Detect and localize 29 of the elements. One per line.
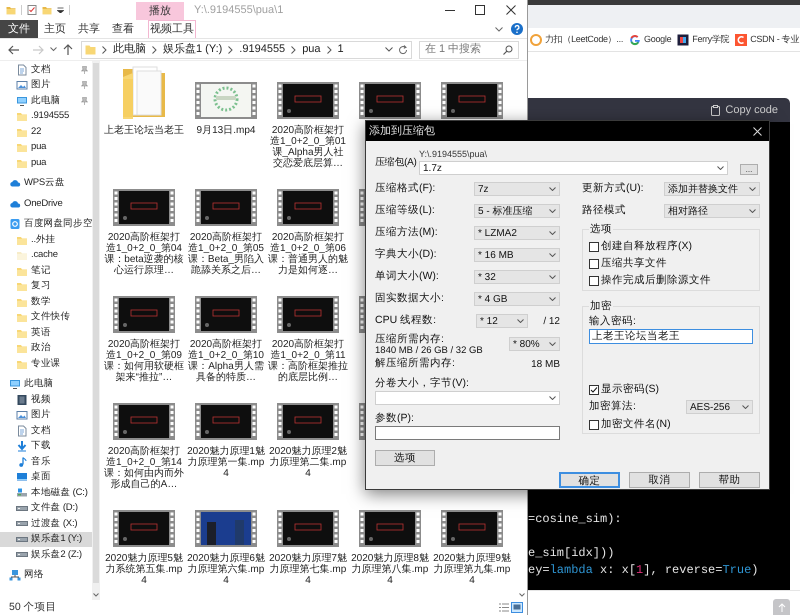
field-label: 更新方式(U): <box>582 181 644 196</box>
field-label: 压缩等级(L): <box>375 203 435 218</box>
memory-usage: 1840 MB / 26 GB / 32 GB <box>375 344 483 356</box>
code-line: e_sim[idx])) <box>528 545 616 562</box>
thread-total: / 12 <box>543 314 560 328</box>
field-label: 加密算法: <box>589 399 636 414</box>
contextual-tab-header: 播放 <box>136 2 184 20</box>
field-label: 字典大小(D): <box>375 247 436 262</box>
field-label: 单词大小(W): <box>375 269 439 284</box>
field-label: CPU 线程数: <box>375 313 438 328</box>
code-line: ey=lambda x: x[1], reverse=True) <box>528 562 760 579</box>
field-label: 输入密码: <box>589 314 637 328</box>
window-title: Y:\.9194555\pua\1 <box>194 2 284 18</box>
field-label: 固实数据大小: <box>375 291 444 306</box>
group-title: 加密 <box>589 300 613 313</box>
field-label: 压缩所需内存: <box>375 332 445 344</box>
field-label: 压缩包(A) <box>375 156 418 170</box>
group-title: 选项 <box>589 223 613 236</box>
archive-path: Y:\.9194555\pua\ <box>419 149 488 159</box>
field-label: 路径模式 <box>582 203 626 218</box>
field-label: 分卷大小，字节(V): <box>375 376 470 391</box>
field-label: 压缩格式(F): <box>375 181 436 196</box>
memory-value: 18 MB <box>531 358 560 372</box>
code-line: =cosine_sim): <box>528 511 623 528</box>
field-label: 压缩方法(M): <box>375 225 438 240</box>
field-label: 解压缩所需内存: <box>375 356 455 372</box>
field-label: 参数(P): <box>375 411 415 425</box>
item-count: 50 个项目 <box>9 600 57 615</box>
dialog-title: 添加到压缩包 <box>369 124 435 139</box>
